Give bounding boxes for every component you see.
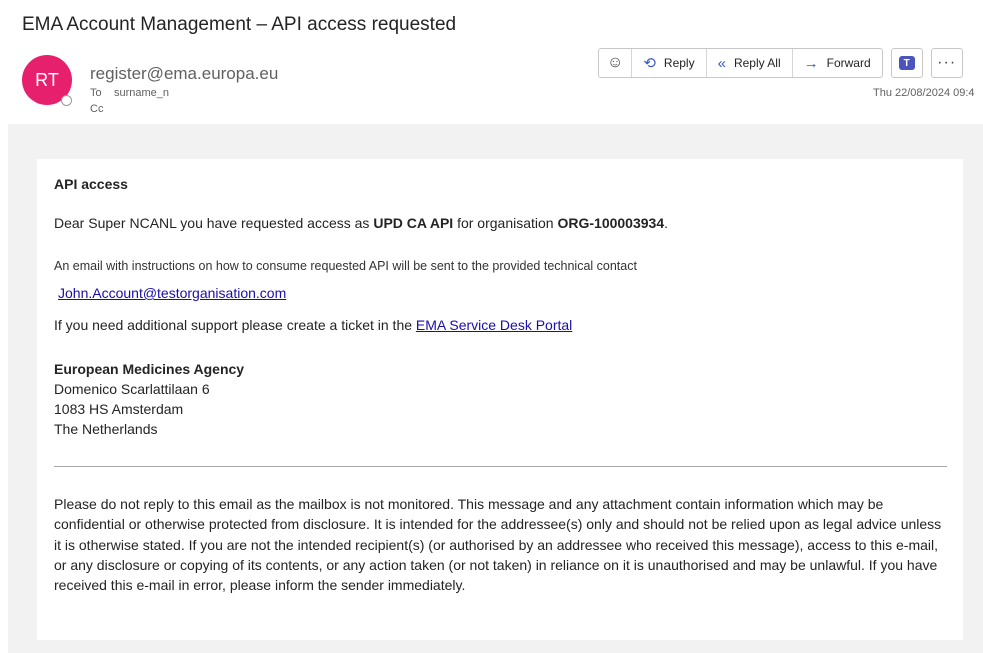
- reply-all-arrow-icon: «: [717, 54, 726, 72]
- to-label: To: [90, 87, 102, 99]
- smiley-icon: ☺: [607, 54, 624, 71]
- to-recipient[interactable]: surname_n: [114, 87, 169, 99]
- instructions-info-text: An email with instructions on how to con…: [54, 259, 637, 273]
- reply-all-button[interactable]: « Reply All: [707, 49, 793, 77]
- cc-label: Cc: [90, 103, 104, 115]
- reply-all-label: Reply All: [733, 56, 781, 70]
- teams-share-button[interactable]: T: [890, 48, 923, 78]
- body-divider: [54, 466, 947, 467]
- forward-button[interactable]: → Forward: [793, 49, 882, 77]
- email-reading-pane: EMA Account Management – API access requ…: [0, 0, 983, 653]
- address-street: Domenico Scarlattilaan 6: [54, 381, 210, 397]
- email-subject: EMA Account Management – API access requ…: [22, 14, 457, 35]
- org-suffix: .: [664, 215, 669, 231]
- access-request-text: Dear Super NCANL you have requested acce…: [54, 215, 668, 231]
- address-org: European Medicines Agency: [54, 361, 245, 377]
- technical-contact-email-link[interactable]: John.Account@testorganisation.com: [58, 285, 286, 301]
- reply-button[interactable]: ⟲ Reply: [632, 49, 707, 77]
- disclaimer-text: Please do not reply to this email as the…: [54, 496, 942, 594]
- org-prefix: for organisation: [453, 215, 558, 231]
- support-prefix: If you need additional support please cr…: [54, 317, 416, 333]
- dear-prefix: Dear Super NCANL you have requested acce…: [54, 215, 374, 231]
- message-card: API access Dear Super NCANL you have req…: [37, 159, 963, 640]
- presence-status-icon: [61, 95, 72, 106]
- reply-arrow-icon: ⟲: [643, 54, 656, 72]
- teams-icon: T: [898, 56, 915, 70]
- message-toolbar: ☺ ⟲ Reply « Reply All → Forward T ···: [598, 48, 963, 78]
- address-city: 1083 HS Amsterdam: [54, 401, 184, 417]
- reply-label: Reply: [663, 56, 695, 70]
- requested-role: UPD CA API: [373, 215, 454, 231]
- more-actions-button[interactable]: ···: [930, 48, 963, 78]
- cc-row: Cc: [90, 103, 114, 115]
- address-country: The Netherlands: [54, 421, 158, 437]
- support-text: If you need additional support please cr…: [54, 317, 572, 333]
- ema-address-block: European Medicines Agency Domenico Scarl…: [54, 359, 244, 439]
- sender-address[interactable]: register@ema.europa.eu: [90, 64, 278, 84]
- forward-label: Forward: [826, 56, 871, 70]
- forward-arrow-icon: →: [803, 54, 819, 72]
- organisation-id: ORG-100003934: [557, 215, 665, 231]
- emoji-reaction-button[interactable]: ☺: [599, 49, 633, 77]
- received-timestamp: Thu 22/08/2024 09:4: [873, 87, 975, 99]
- service-desk-portal-link[interactable]: EMA Service Desk Portal: [416, 317, 572, 333]
- to-row: To surname_n: [90, 87, 169, 99]
- reply-button-group: ☺ ⟲ Reply « Reply All → Forward: [598, 48, 883, 78]
- sender-initials: RT: [35, 69, 59, 90]
- more-icon: ···: [937, 54, 957, 71]
- body-heading: API access: [54, 176, 128, 192]
